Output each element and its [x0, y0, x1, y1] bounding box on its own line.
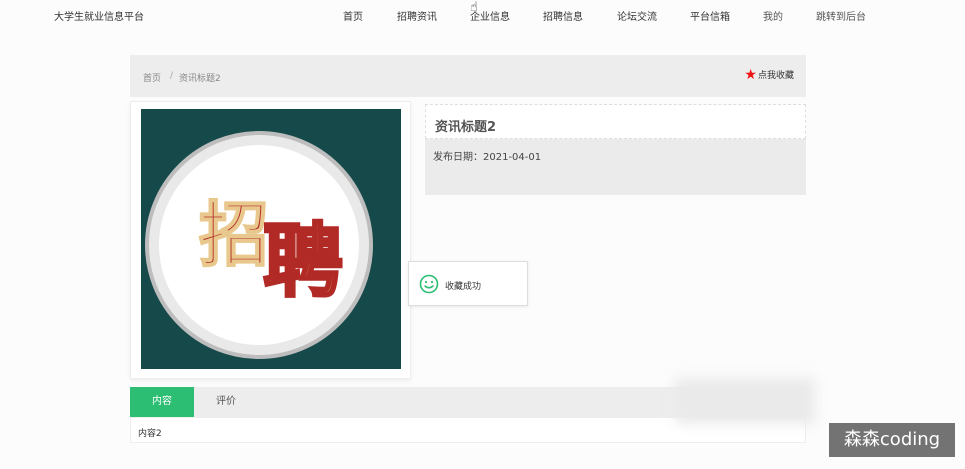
- tab-content[interactable]: 内容: [130, 387, 194, 417]
- image-card: 招 聘: [130, 101, 411, 379]
- nav-item-admin[interactable]: 跳转到后台: [816, 8, 866, 23]
- top-navbar: 大学生就业信息平台 首页 招聘资讯 企业信息 招聘信息 论坛交流 平台信箱 我的…: [0, 0, 965, 28]
- content-text: 内容2: [138, 429, 162, 439]
- hand-cursor-icon: ☝: [470, 0, 478, 15]
- breadcrumb-home[interactable]: 首页: [143, 71, 161, 84]
- smile-icon: [419, 274, 439, 298]
- blur-overlay: [675, 378, 815, 424]
- poster-char-2: 聘: [263, 215, 343, 308]
- detail-title: 资讯标题2: [435, 120, 497, 135]
- favorite-button[interactable]: ★ 点我收藏: [744, 66, 794, 83]
- nav-item-forum[interactable]: 论坛交流: [617, 8, 657, 23]
- detail-title-box: 资讯标题2: [425, 104, 806, 139]
- publish-date-value: 2021-04-01: [483, 152, 542, 163]
- poster-graphic: 招 聘: [145, 131, 373, 359]
- nav-item-jobs[interactable]: 招聘信息: [543, 8, 583, 23]
- breadcrumb-separator: /: [170, 71, 174, 81]
- breadcrumb-current: 资讯标题2: [179, 74, 221, 84]
- publish-date-label: 发布日期：: [433, 152, 483, 163]
- nav-item-mine[interactable]: 我的: [763, 8, 783, 23]
- nav-item-news[interactable]: 招聘资讯: [397, 8, 437, 23]
- star-icon: ★: [744, 66, 757, 83]
- nav-item-home[interactable]: 首页: [343, 8, 363, 23]
- recruitment-poster-image: 招 聘: [141, 109, 401, 369]
- nav-item-mailbox[interactable]: 平台信箱: [690, 8, 730, 23]
- toast-message: 收藏成功: [445, 282, 482, 292]
- favorite-label: 点我收藏: [757, 71, 794, 81]
- poster-char-1: 招: [199, 194, 269, 276]
- publish-date: 发布日期：2021-04-01: [433, 148, 541, 163]
- video-watermark: 森森coding: [829, 423, 955, 457]
- success-toast: 收藏成功: [408, 261, 528, 306]
- tab-reviews[interactable]: 评价: [194, 387, 258, 417]
- breadcrumb: 首页 / 资讯标题2 ★ 点我收藏: [130, 55, 806, 97]
- site-brand[interactable]: 大学生就业信息平台: [54, 8, 144, 23]
- detail-info-card: 资讯标题2 发布日期：2021-04-01: [425, 104, 806, 195]
